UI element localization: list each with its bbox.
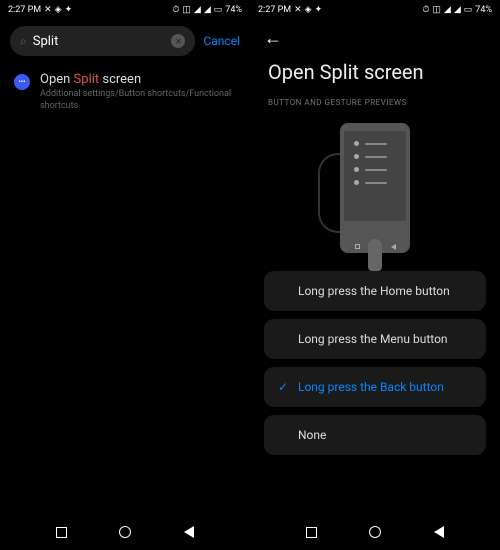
status-icon: ◫ (432, 5, 441, 15)
option-label: Long press the Menu button (298, 332, 448, 346)
hand-illustration (318, 153, 340, 233)
status-bar: 2:27 PM ✕ ◈ ✦ ⏱ ◫ ◢ ◢ ▭ 74% (250, 0, 500, 20)
page-title: Open Split screen (250, 56, 500, 94)
wifi-icon: ◢ (194, 5, 201, 15)
option-label: Long press the Home button (298, 284, 450, 298)
nav-bar (0, 514, 250, 550)
preview-back-icon (390, 243, 397, 250)
home-button[interactable] (119, 526, 131, 538)
result-title-highlight: Split (74, 72, 100, 87)
nav-bar (250, 514, 500, 550)
clear-icon[interactable]: ✕ (171, 34, 185, 48)
status-icon: ◫ (182, 5, 191, 15)
section-label: BUTTON AND GESTURE PREVIEWS (250, 94, 500, 117)
result-app-icon: ••• (14, 74, 30, 90)
battery-percent: 74% (475, 5, 492, 15)
header: ← (250, 20, 500, 56)
signal-icon: ◢ (204, 5, 211, 15)
result-title: Open Split screen (40, 72, 236, 87)
status-time: 2:27 PM (8, 5, 41, 15)
status-icon: ✦ (315, 5, 323, 15)
search-row: ⌕ Split ✕ Cancel (0, 20, 250, 62)
status-time: 2:27 PM (258, 5, 291, 15)
battery-percent: 74% (225, 5, 242, 15)
result-title-post: screen (99, 72, 141, 87)
cancel-button[interactable]: Cancel (203, 34, 240, 48)
back-button[interactable] (184, 526, 194, 538)
result-path: Additional settings/Button shortcuts/Fun… (40, 89, 236, 112)
status-icon: ◈ (55, 5, 62, 15)
result-title-pre: Open (40, 72, 74, 87)
option-none[interactable]: None (264, 415, 486, 455)
battery-icon: ▭ (464, 5, 473, 15)
home-button[interactable] (369, 526, 381, 538)
wifi-icon: ◢ (444, 5, 451, 15)
search-screen: 2:27 PM ✕ ◈ ✦ ⏱ ◫ ◢ ◢ ▭ 74% ⌕ Split ✕ Ca… (0, 0, 250, 550)
phone-preview (340, 123, 410, 253)
recents-button[interactable] (56, 527, 67, 538)
option-long-press-back[interactable]: ✓ Long press the Back button (264, 367, 486, 407)
checkmark-icon: ✓ (278, 380, 290, 394)
options-list: Long press the Home button Long press th… (250, 257, 500, 455)
signal-icon: ◢ (454, 5, 461, 15)
option-label: Long press the Back button (298, 380, 444, 394)
finger-illustration (368, 239, 382, 271)
back-arrow-icon[interactable]: ← (264, 28, 282, 49)
status-icon: ✦ (65, 5, 73, 15)
alarm-icon: ⏱ (422, 5, 429, 15)
status-icon: ✕ (294, 5, 302, 15)
option-long-press-menu[interactable]: Long press the Menu button (264, 319, 486, 359)
search-input[interactable]: ⌕ Split ✕ (10, 26, 195, 56)
recents-button[interactable] (306, 527, 317, 538)
option-long-press-home[interactable]: Long press the Home button (264, 271, 486, 311)
settings-detail-screen: 2:27 PM ✕ ◈ ✦ ⏱ ◫ ◢ ◢ ▭ 74% ← Open Split… (250, 0, 500, 550)
battery-icon: ▭ (214, 5, 223, 15)
preview-recents-icon (354, 243, 361, 250)
status-icon: ◈ (305, 5, 312, 15)
status-icon: ✕ (44, 5, 52, 15)
gesture-preview (250, 117, 500, 257)
search-icon: ⌕ (20, 34, 27, 49)
search-result[interactable]: ••• Open Split screen Additional setting… (0, 62, 250, 122)
alarm-icon: ⏱ (172, 5, 179, 15)
back-button[interactable] (434, 526, 444, 538)
option-label: None (298, 428, 326, 442)
status-bar: 2:27 PM ✕ ◈ ✦ ⏱ ◫ ◢ ◢ ▭ 74% (0, 0, 250, 20)
search-query: Split (33, 34, 166, 49)
